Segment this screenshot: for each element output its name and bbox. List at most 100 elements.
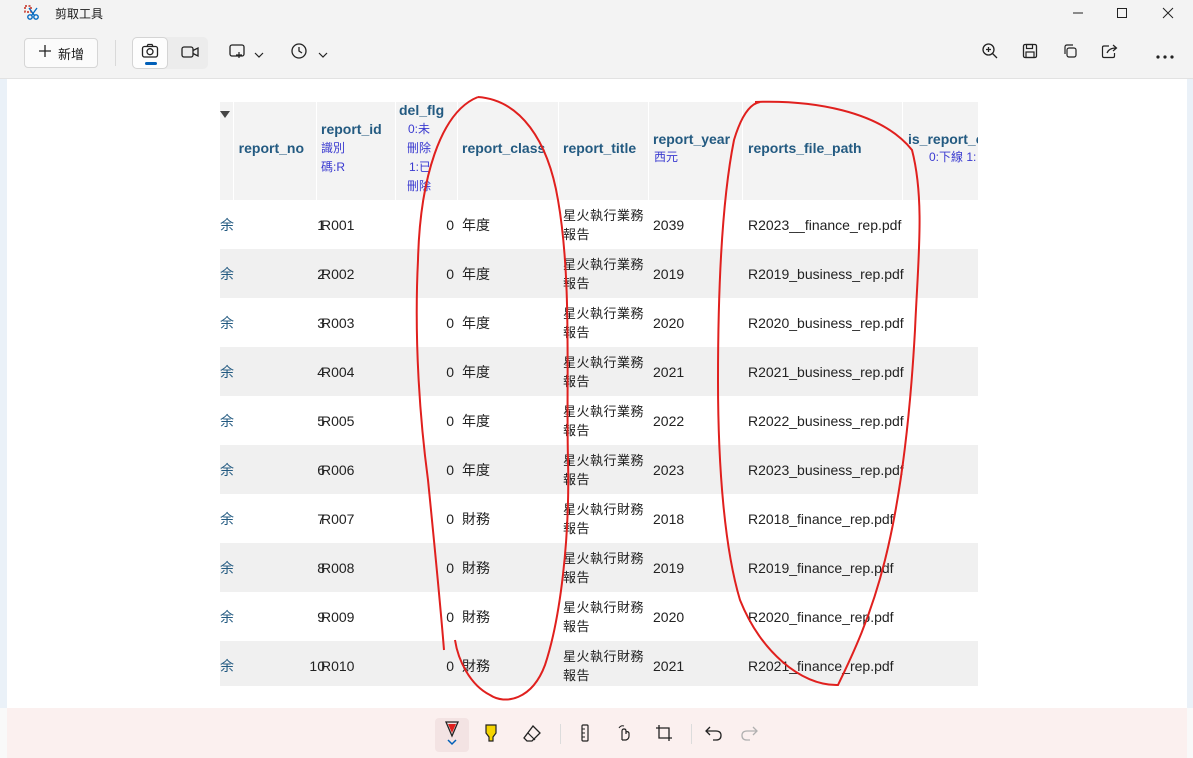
report-title-cell: 星火執行財務 報告 <box>563 494 649 543</box>
column-header-report-no: report_no <box>234 102 317 200</box>
column-name: report_no <box>238 140 304 156</box>
file-path-cell: R2022_business_rep.pdf <box>748 412 904 429</box>
video-mode-button[interactable] <box>172 37 208 69</box>
delete-link[interactable]: 余 <box>220 445 234 494</box>
table-row: 余 1 R001 0 年度 星火執行業務 報告 2039 R2023__finance_rep.… <box>220 200 978 249</box>
report-title-cell: 星火執行業務 報告 <box>563 249 649 298</box>
report-id-cell: R005 <box>321 412 355 429</box>
share-icon <box>1101 43 1119 63</box>
report-title-line: 星火執行業務 <box>563 354 645 370</box>
eraser-button[interactable] <box>515 718 549 752</box>
table-row: 余 10 R010 0 財務 星火執行財務 報告 2021 R2021_finance_rep.… <box>220 641 978 686</box>
delete-link[interactable]: 余 <box>220 298 234 347</box>
report-id-cell: R004 <box>321 363 355 380</box>
column-comment: 碼:R <box>321 160 346 174</box>
maximize-button[interactable] <box>1099 0 1145 26</box>
markup-toolbar <box>7 708 1187 758</box>
undo-button[interactable] <box>697 718 731 752</box>
delete-link[interactable]: 余 <box>220 641 234 686</box>
del-flg-cell: 0 <box>446 314 454 331</box>
video-icon <box>181 44 199 63</box>
report-title-line: 星火執行業務 <box>563 403 645 419</box>
redo-button[interactable] <box>732 718 766 752</box>
delete-link[interactable]: 余 <box>220 200 234 249</box>
report-title-line: 星火執行業務 <box>563 207 645 223</box>
report-no-cell: 9 <box>317 608 325 625</box>
column-header-del-flg: del_flg 0:未 刪除 1:已 刪除 <box>396 102 458 200</box>
timer-dropdown[interactable] <box>286 38 332 68</box>
crop-button[interactable] <box>647 718 681 752</box>
report-no-cell: 10 <box>309 657 325 674</box>
delete-link[interactable]: 余 <box>220 396 234 445</box>
ruler-button[interactable] <box>568 718 602 752</box>
report-no-cell: 6 <box>317 461 325 478</box>
highlighter-button[interactable] <box>474 718 508 752</box>
report-id-cell: R009 <box>321 608 355 625</box>
column-header-report-class: report_class <box>458 102 559 200</box>
eraser-icon <box>522 724 542 746</box>
column-name: report_title <box>563 140 637 156</box>
report-class-cell: 財務 <box>462 559 490 576</box>
copy-button[interactable] <box>1055 38 1085 68</box>
del-flg-cell: 0 <box>446 461 454 478</box>
minimize-button[interactable] <box>1055 0 1101 26</box>
report-title-line: 報告 <box>563 618 591 634</box>
report-no-cell: 4 <box>317 363 325 380</box>
column-name: is_report_c <box>908 131 978 147</box>
rectangle-snip-icon <box>228 43 246 63</box>
report-title-cell: 星火執行業務 報告 <box>563 298 649 347</box>
file-path-cell: R2019_finance_rep.pdf <box>748 559 894 576</box>
report-year-cell: 2020 <box>653 608 685 625</box>
report-id-cell: R008 <box>321 559 355 576</box>
report-year-cell: 2018 <box>653 510 685 527</box>
plus-icon <box>38 44 52 62</box>
report-class-cell: 財務 <box>462 608 490 625</box>
delete-link[interactable]: 余 <box>220 592 234 641</box>
delete-link[interactable]: 余 <box>220 494 234 543</box>
report-title-line: 報告 <box>563 569 591 585</box>
report-title-line: 報告 <box>563 324 591 340</box>
zoom-in-button[interactable] <box>975 38 1005 68</box>
column-header-report-id: report_id 識別 碼:R <box>317 102 396 200</box>
report-no-cell: 2 <box>317 265 325 282</box>
report-id-cell: R006 <box>321 461 355 478</box>
file-path-cell: R2023_business_rep.pdf <box>748 461 904 478</box>
share-button[interactable] <box>1095 38 1125 68</box>
table-row: 余 8 R008 0 財務 星火執行財務 報告 2019 R2019_finance_rep.p… <box>220 543 978 592</box>
column-comment: 西元 <box>654 150 679 164</box>
report-title-line: 星火執行財務 <box>563 648 645 664</box>
report-class-cell: 年度 <box>462 314 490 331</box>
column-name: report_id <box>321 121 382 137</box>
column-comment: 刪除 <box>407 141 432 155</box>
table-row: 余 9 R009 0 財務 星火執行財務 報告 2020 R2020_finance_rep.p… <box>220 592 978 641</box>
close-button[interactable] <box>1145 0 1191 26</box>
redo-icon <box>740 725 758 745</box>
save-button[interactable] <box>1015 38 1045 68</box>
report-title-line: 報告 <box>563 520 591 536</box>
column-comment: 識別 <box>321 141 346 155</box>
report-class-cell: 財務 <box>462 657 490 674</box>
report-no-cell: 7 <box>317 510 325 527</box>
report-id-cell: R001 <box>321 216 355 233</box>
more-options-button[interactable] <box>1150 38 1180 68</box>
table-row: 余 7 R007 0 財務 星火執行財務 報告 2018 R2018_finance_rep.p… <box>220 494 978 543</box>
del-flg-cell: 0 <box>446 559 454 576</box>
report-title-cell: 星火執行財務 報告 <box>563 543 649 592</box>
snip-shape-dropdown[interactable] <box>224 38 268 68</box>
save-icon <box>1022 43 1038 63</box>
report-title-cell: 星火執行業務 報告 <box>563 347 649 396</box>
touch-writing-button[interactable] <box>608 718 642 752</box>
zoom-in-icon <box>981 42 999 64</box>
window-title: 剪取工具 <box>55 7 104 21</box>
ruler-icon <box>580 724 590 746</box>
ballpoint-pen-button[interactable] <box>435 718 469 752</box>
report-title-line: 星火執行財務 <box>563 501 645 517</box>
delete-link[interactable]: 余 <box>220 249 234 298</box>
delete-link[interactable]: 余 <box>220 347 234 396</box>
del-flg-cell: 0 <box>446 608 454 625</box>
report-title-line: 報告 <box>563 226 591 242</box>
new-snip-button[interactable]: 新增 <box>24 38 98 68</box>
photo-mode-button[interactable] <box>132 37 168 69</box>
delete-link[interactable]: 余 <box>220 543 234 592</box>
report-title-cell: 星火執行業務 報告 <box>563 200 649 249</box>
